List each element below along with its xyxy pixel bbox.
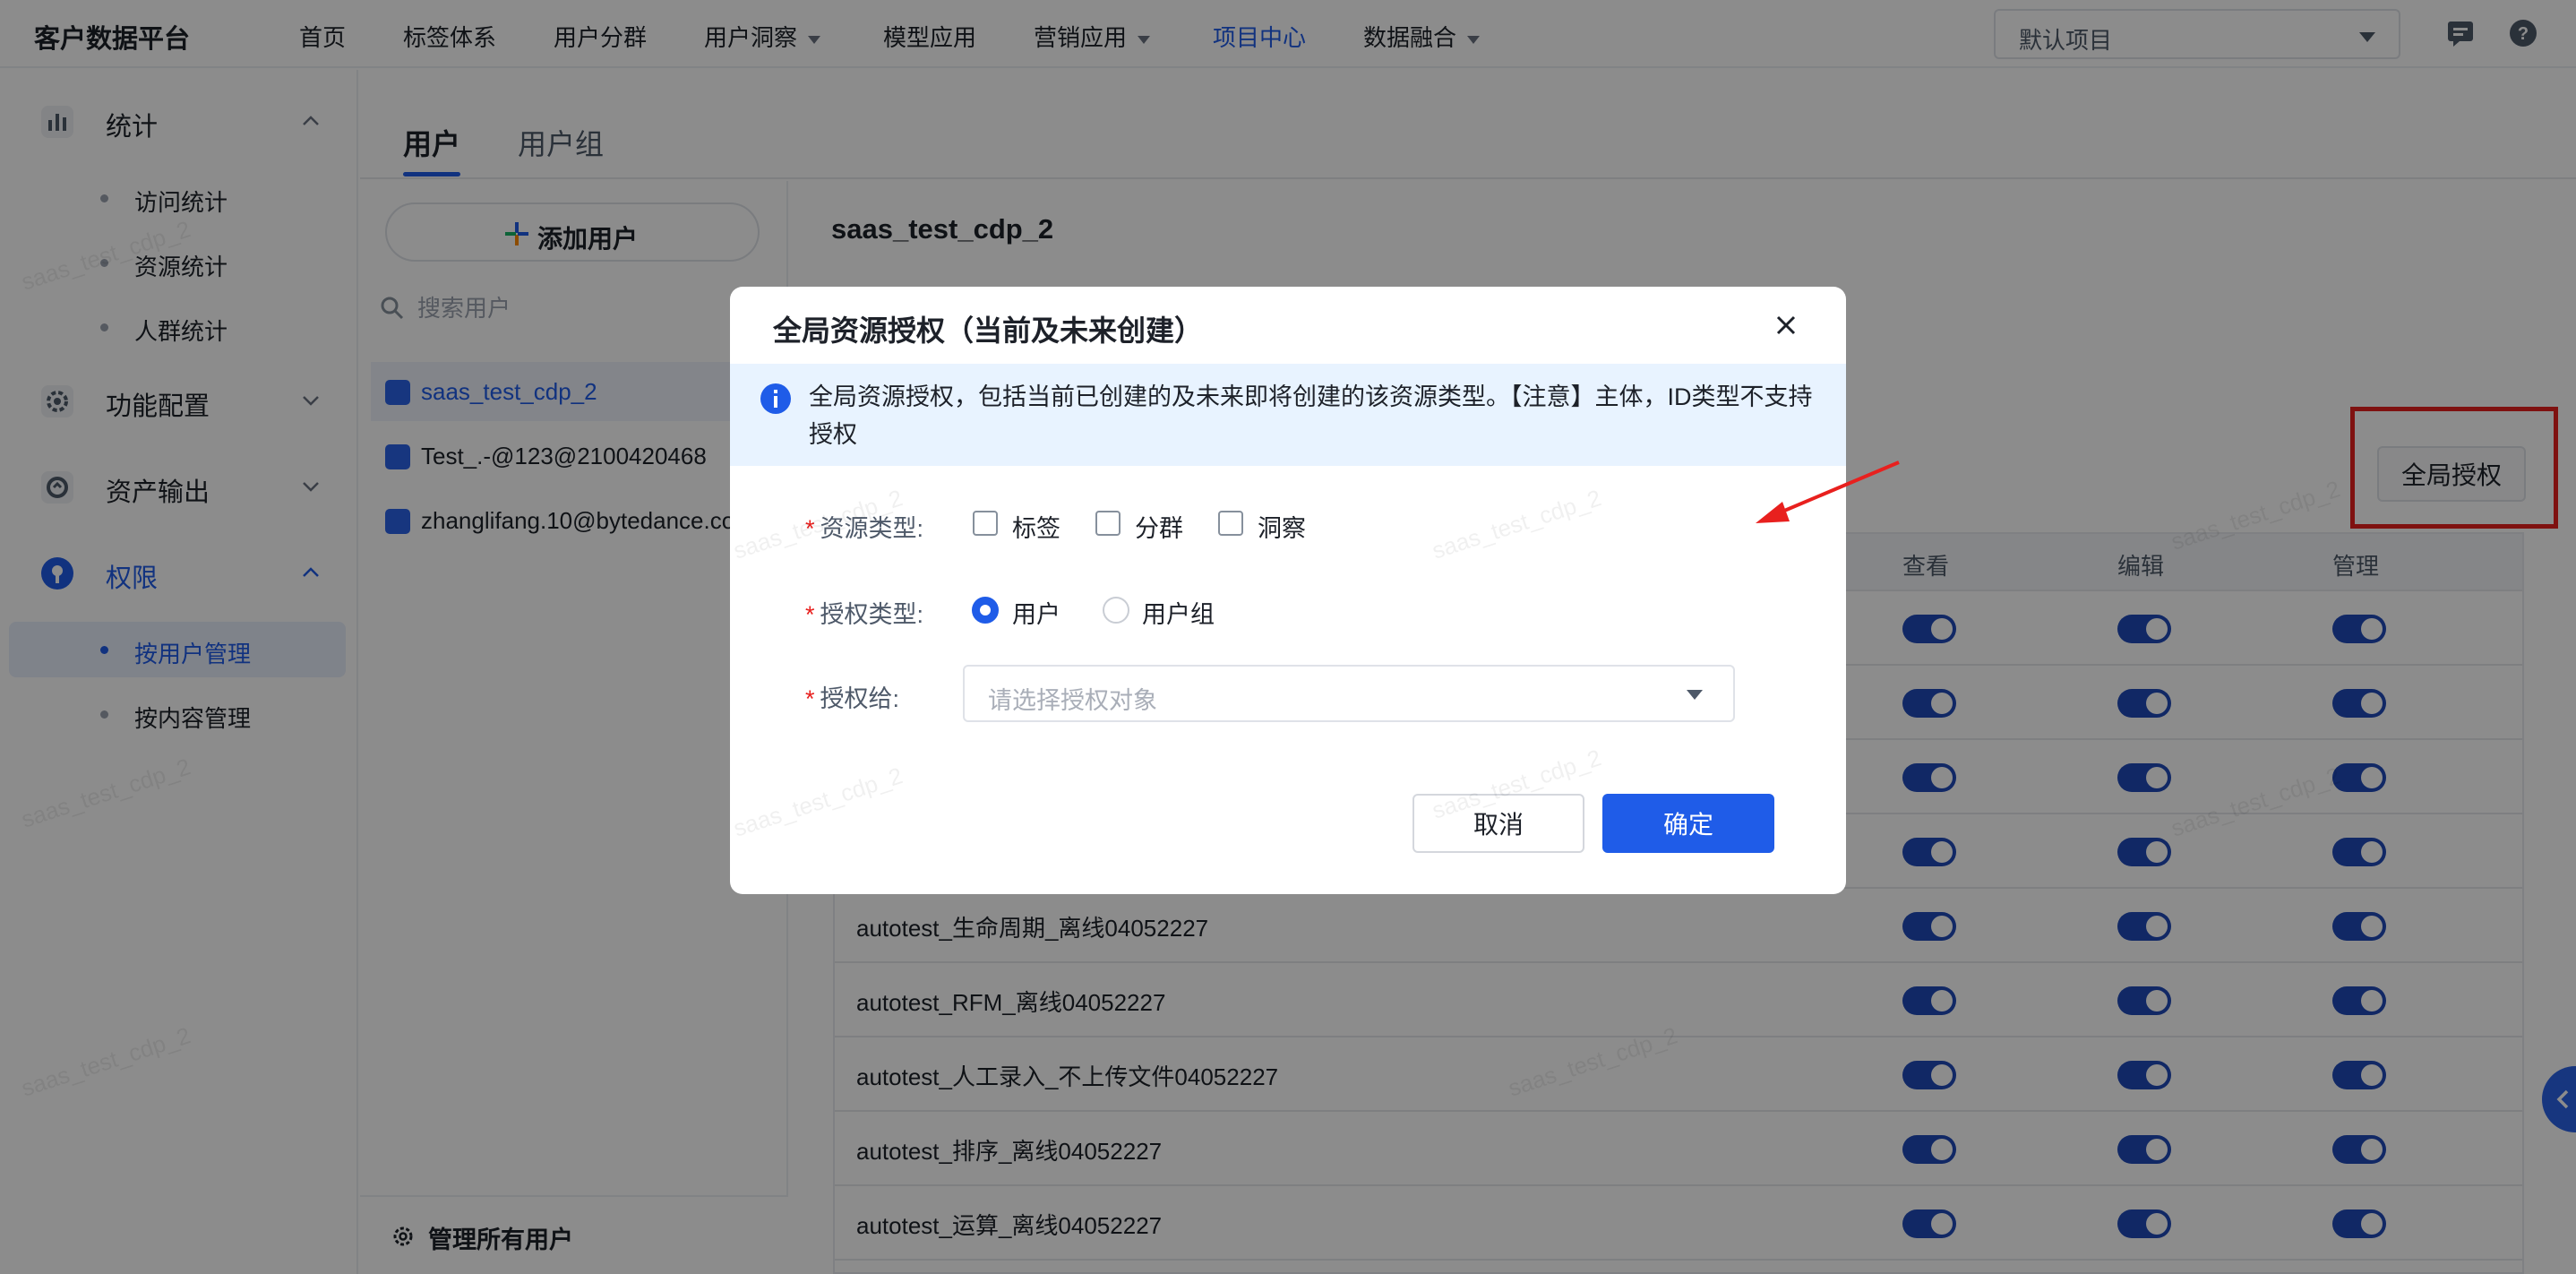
checkbox-label: 分群 [1135,515,1183,542]
info-icon [760,383,791,414]
global-auth-dialog: 全局资源授权（当前及未来创建） 全局资源授权，包括当前已创建的及未来即将创建的该… [730,287,1846,894]
resource-type-label: * 资源类型: [805,515,924,542]
checkbox-insight[interactable] [1218,511,1243,536]
checkbox-tag[interactable] [973,511,998,536]
checkbox-label: 标签 [1012,515,1060,542]
auth-target-select[interactable]: 请选择授权对象 [963,665,1735,722]
radio-label: 用户 [1012,601,1060,628]
info-notice: 全局资源授权，包括当前已创建的及未来即将创建的该资源类型。【注意】主体，ID类型… [730,364,1846,466]
close-icon[interactable] [1771,310,1801,340]
notice-text: 全局资源授权，包括当前已创建的及未来即将创建的该资源类型。【注意】主体，ID类型… [809,383,1813,448]
radio-user-group[interactable] [1103,597,1129,624]
auth-type-label: * 授权类型: [805,601,924,628]
auth-to-label: * 授权给: [805,685,900,712]
chevron-down-icon [1687,690,1703,700]
annotation-arrow [1756,461,1900,523]
resource-type-row: * 资源类型: 标签 分群 洞察 [730,495,1846,552]
checkbox-label: 洞察 [1258,515,1306,542]
confirm-button[interactable]: 确定 [1602,794,1774,853]
radio-label: 用户组 [1142,601,1215,628]
radio-user[interactable] [972,597,999,624]
checkbox-segment[interactable] [1095,511,1121,536]
auth-to-row: * 授权给: 请选择授权对象 [730,665,1846,722]
select-placeholder: 请选择授权对象 [988,687,1157,714]
cancel-button[interactable]: 取消 [1413,794,1584,853]
auth-type-row: * 授权类型: 用户 用户组 [730,581,1846,638]
dialog-title: 全局资源授权（当前及未来创建） [773,314,1204,347]
watermark: saas_test_cdp_2 [730,762,906,842]
